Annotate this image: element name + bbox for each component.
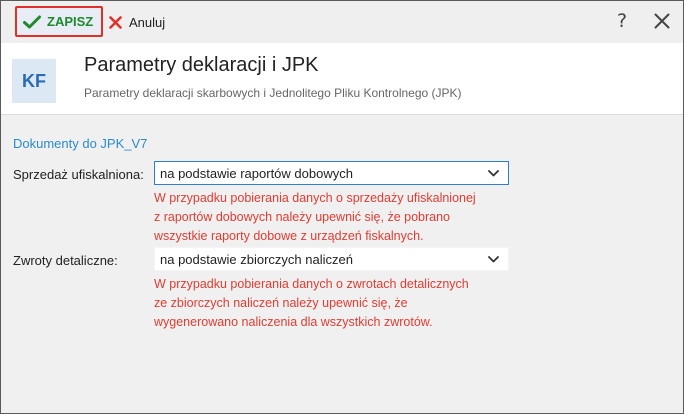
chevron-down-icon bbox=[488, 256, 499, 263]
header: KF Parametry deklaracji i JPK Parametry … bbox=[1, 43, 683, 115]
warning-line: W przypadku pobierania danych o zwrotach… bbox=[154, 277, 469, 291]
page-title: Parametry deklaracji i JPK bbox=[84, 54, 319, 76]
checkmark-icon bbox=[23, 15, 41, 28]
page-subtitle: Parametry deklaracji skarbowych i Jednol… bbox=[84, 86, 462, 100]
close-icon bbox=[654, 13, 670, 29]
warning-line: wszystkie raporty dobowe z urządzeń fisk… bbox=[154, 229, 424, 243]
dialog-window: ZAPISZ Anuluj ? KF Parametry deklaracji … bbox=[0, 0, 684, 414]
save-button-label: ZAPISZ bbox=[47, 14, 94, 29]
retail-returns-value: na podstawie zbiorczych naliczeń bbox=[160, 251, 353, 267]
module-badge: KF bbox=[12, 59, 56, 103]
save-button[interactable]: ZAPISZ bbox=[15, 6, 103, 37]
toolbar: ZAPISZ Anuluj ? bbox=[1, 1, 683, 43]
cancel-button[interactable]: Anuluj bbox=[109, 9, 165, 35]
warning-line: wygenerowano naliczenia dla wszystkich z… bbox=[154, 315, 433, 329]
retail-returns-warning: W przypadku pobierania danych o zwrotach… bbox=[154, 275, 514, 332]
retail-returns-select[interactable]: na podstawie zbiorczych naliczeń bbox=[154, 247, 509, 271]
cancel-button-label: Anuluj bbox=[129, 14, 166, 30]
x-icon bbox=[109, 15, 122, 29]
chevron-down-icon bbox=[488, 170, 499, 177]
close-button[interactable] bbox=[653, 12, 671, 35]
warning-line: W przypadku pobierania danych o sprzedaż… bbox=[154, 191, 476, 205]
warning-line: ze zbiorczych naliczeń należy upewnić si… bbox=[154, 296, 408, 310]
sales-fiscal-warning: W przypadku pobierania danych o sprzedaż… bbox=[154, 189, 514, 246]
warning-line: z raportów dobowych należy upewnić się, … bbox=[154, 210, 451, 224]
sales-fiscal-label: Sprzedaż ufiskalniona: bbox=[13, 167, 144, 182]
sales-fiscal-select[interactable]: na podstawie raportów dobowych bbox=[154, 161, 509, 185]
retail-returns-label: Zwroty detaliczne: bbox=[13, 253, 118, 268]
sales-fiscal-value: na podstawie raportów dobowych bbox=[160, 165, 353, 181]
section-title: Dokumenty do JPK_V7 bbox=[13, 136, 148, 151]
help-button[interactable]: ? bbox=[617, 10, 627, 32]
